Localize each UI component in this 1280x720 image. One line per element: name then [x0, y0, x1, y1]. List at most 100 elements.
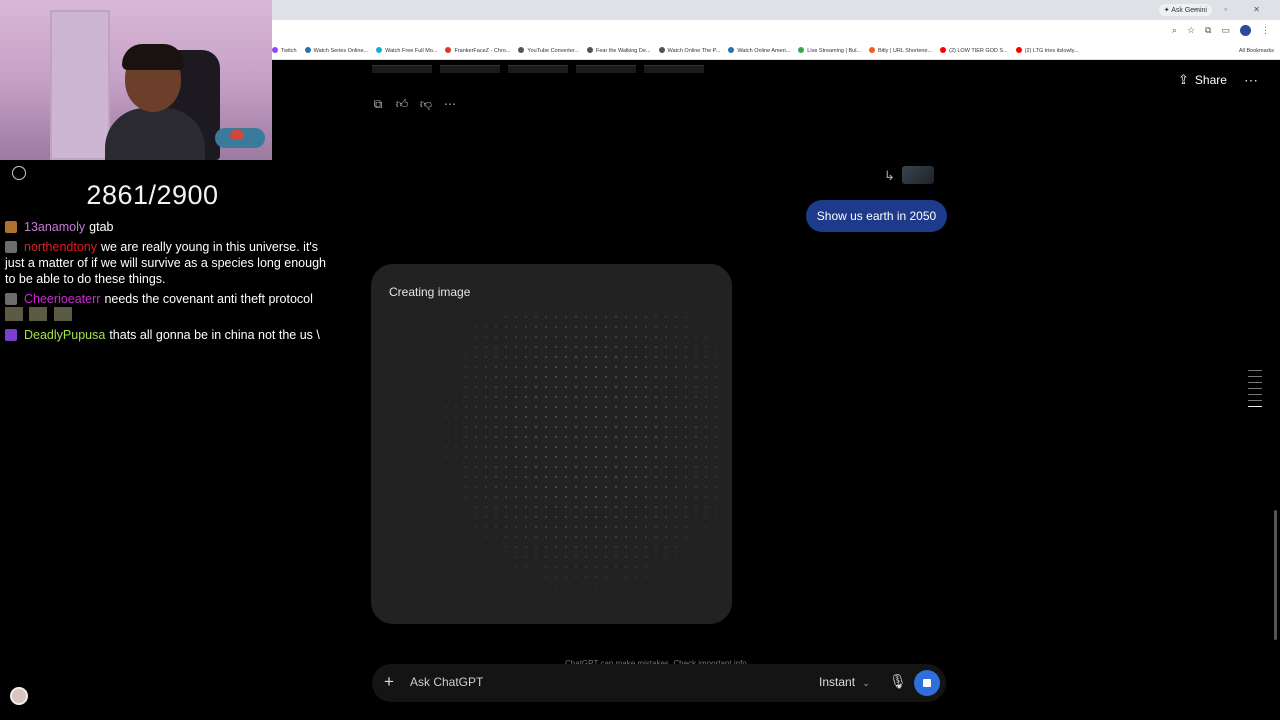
chat-text: gtab: [89, 220, 114, 234]
bookmark-label: YouTube Converter...: [527, 48, 579, 54]
bookmark-item[interactable]: Twitch: [272, 42, 297, 59]
bookmark-favicon-icon: [587, 47, 593, 53]
conversation-menu-icon[interactable]: ⋯: [1244, 72, 1258, 89]
share-label: Share: [1194, 73, 1227, 87]
bookmark-label: (2) LOW TIER GOD S...: [949, 48, 1008, 54]
generating-label: Creating image: [389, 285, 471, 299]
chat-username[interactable]: 13anamoly: [24, 220, 85, 234]
all-bookmarks-button[interactable]: All Bookmarks: [1239, 42, 1274, 59]
prompt-input[interactable]: [410, 675, 790, 689]
bookmark-favicon-icon: [376, 47, 383, 53]
cast-icon[interactable]: ▭: [1221, 25, 1230, 36]
bookmark-label: Bitly | URL Shortene...: [878, 48, 933, 54]
bookmark-favicon-icon: [728, 47, 735, 53]
browser-address-bar[interactable]: ⌕ ☆ ⧉ ▭ ⋮: [272, 20, 1280, 42]
share-icon: ⇪: [1178, 72, 1189, 87]
chat-message: Cheerioeaterr needs the covenant anti the…: [5, 291, 335, 323]
bookmark-label: Watch Free Full Mo...: [385, 48, 438, 54]
chat-bubble-icon: [12, 166, 26, 180]
bookmark-favicon-icon: [1015, 47, 1022, 53]
previous-image-strip: [372, 60, 732, 74]
model-selector[interactable]: Instant ⌄: [819, 675, 870, 689]
menu-icon[interactable]: ⋮: [1261, 25, 1270, 36]
bookmark-favicon-icon: [304, 47, 311, 53]
message-actions: ⧉ 👍︎ 👎︎ ⋯: [370, 96, 458, 112]
background-toy-accent: [230, 130, 244, 140]
microphone-icon[interactable]: 🎙︎: [889, 673, 907, 690]
scrollbar[interactable]: [1274, 510, 1277, 640]
bookmark-item[interactable]: Watch Series Online...: [304, 42, 369, 59]
chat-username[interactable]: northendtony: [24, 240, 97, 254]
loading-dot-pattern: [431, 312, 721, 602]
streamer-body: [105, 108, 205, 160]
bookmark-favicon-icon: [445, 47, 452, 53]
bookmark-item[interactable]: (2) LTG tries itslowly...: [1015, 42, 1079, 59]
browser-tabstrip: ✦ Ask Gemini – ▫ ✕: [272, 0, 1280, 20]
bookmark-label: Watch Online Ameri...: [737, 48, 791, 54]
star-icon[interactable]: ☆: [1187, 25, 1195, 36]
bookmark-item[interactable]: Watch Online The P...: [658, 42, 721, 59]
chat-badge-icon: [5, 293, 17, 305]
image-generation-card: Creating image: [371, 264, 732, 624]
address-bar-icons: ⌕ ☆ ⧉ ▭ ⋮: [1172, 25, 1270, 36]
composer: + Instant ⌄ 🎙︎: [372, 664, 946, 702]
user-message: Show us earth in 2050: [806, 200, 947, 232]
attached-image-thumbnail[interactable]: [902, 166, 934, 184]
chat-message: DeadlyPupusa thats all gonna be in china …: [5, 327, 335, 343]
bookmark-item[interactable]: (2) LOW TIER GOD S...: [940, 42, 1008, 59]
chat-username[interactable]: DeadlyPupusa: [24, 328, 105, 342]
chat-text: needs the covenant anti theft protocol: [104, 292, 313, 306]
chat-emote: [53, 307, 72, 321]
bookmark-label: Watch Series Online...: [313, 48, 369, 54]
avatar: [10, 687, 28, 705]
stop-button[interactable]: [914, 670, 940, 696]
bookmark-favicon-icon: [869, 47, 875, 53]
chat-username[interactable]: Cheerioeaterr: [24, 292, 100, 306]
bookmark-item[interactable]: Watch Online Ameri...: [728, 42, 791, 59]
bookmarks-bar: Twitch Watch Series Online... Watch Free F…: [272, 42, 1280, 60]
background-door: [50, 10, 110, 160]
extensions-icon[interactable]: ⧉: [1205, 25, 1211, 36]
streamer-hair: [122, 44, 184, 70]
chat-message: northendtony we are really young in this …: [5, 239, 335, 287]
thumbs-down-icon[interactable]: 👎︎: [418, 96, 434, 112]
chat-emote: [5, 307, 23, 321]
bookmark-favicon-icon: [272, 47, 278, 53]
share-button[interactable]: ⇪ Share: [1178, 72, 1227, 88]
model-label: Instant: [819, 675, 856, 689]
conversation-navigator[interactable]: [1248, 370, 1262, 412]
chevron-down-icon: ⌄: [862, 678, 870, 688]
goal-counter: 2861/2900: [86, 180, 219, 210]
stream-chat: 13anamoly gtab northendtony we are really y…: [5, 219, 335, 347]
bookmark-label: Live Streaming | Bul...: [807, 48, 861, 54]
chat-text: thats all gonna be in china not the us \: [109, 328, 320, 342]
search-icon[interactable]: ⌕: [1172, 25, 1177, 36]
copy-icon[interactable]: ⧉: [370, 96, 386, 112]
webcam-feed: [0, 0, 272, 160]
bookmark-label: Watch Online The P...: [667, 48, 721, 54]
bookmark-label: (2) LTG tries itslowly...: [1024, 48, 1079, 54]
bookmark-item[interactable]: Live Streaming | Bul...: [798, 42, 861, 59]
chat-badge-icon: [5, 329, 17, 341]
chat-badge-icon: [5, 221, 17, 233]
bookmark-item[interactable]: Fear the Walking De...: [587, 42, 651, 59]
chat-badge-icon: [5, 241, 17, 253]
chat-emote: [29, 307, 48, 321]
bookmark-favicon-icon: [658, 47, 665, 53]
bookmark-item[interactable]: Bitly | URL Shortene...: [869, 42, 933, 59]
thumbs-up-icon[interactable]: 👍︎: [394, 96, 410, 112]
chat-message: 13anamoly gtab: [5, 219, 335, 235]
reply-arrow-icon: ↳: [884, 168, 895, 183]
profile-avatar[interactable]: [1240, 25, 1251, 36]
bookmark-favicon-icon: [798, 47, 805, 53]
bookmark-item[interactable]: Watch Free Full Mo...: [376, 42, 438, 59]
bookmark-favicon-icon: [518, 47, 525, 53]
stop-icon: [923, 679, 931, 687]
bookmark-label: FrankerFaceZ - Chro...: [454, 48, 511, 54]
bookmark-item[interactable]: YouTube Converter...: [518, 42, 579, 59]
plus-icon[interactable]: +: [384, 672, 400, 692]
window-controls[interactable]: – ▫ ✕: [1194, 5, 1272, 14]
more-options-icon[interactable]: ⋯: [442, 96, 458, 112]
bookmark-item[interactable]: FrankerFaceZ - Chro...: [445, 42, 511, 59]
bookmark-favicon-icon: [940, 47, 947, 53]
